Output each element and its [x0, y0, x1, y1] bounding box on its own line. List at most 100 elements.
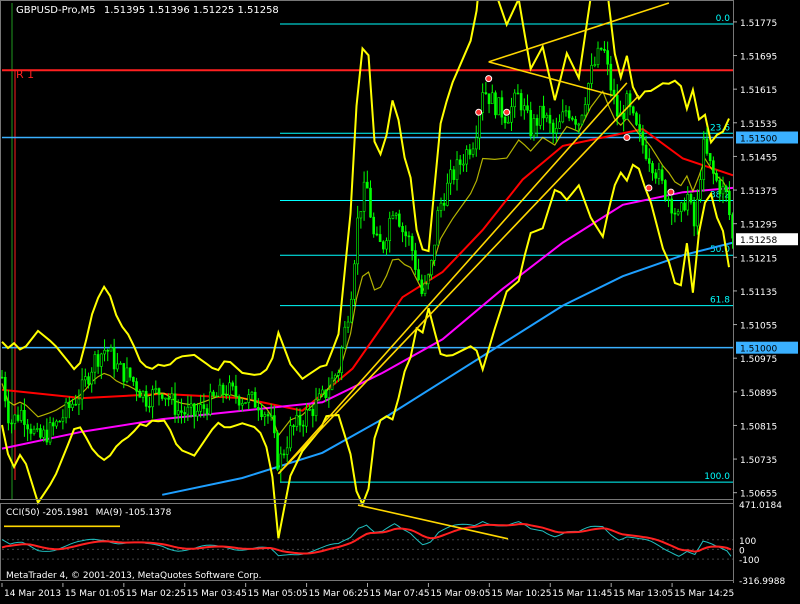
candle-body	[154, 388, 158, 391]
candle-body	[16, 414, 20, 421]
candle-body	[523, 105, 526, 111]
candle-body	[718, 180, 722, 195]
candle-body	[481, 92, 484, 113]
candle-body	[526, 105, 529, 111]
candle-body	[196, 410, 199, 417]
candle-body	[273, 415, 276, 434]
candle-body	[35, 428, 39, 430]
candle-body	[664, 180, 667, 200]
candle-body	[574, 119, 577, 125]
candle-body	[414, 250, 417, 270]
candle-body	[308, 408, 311, 411]
candle-body	[327, 389, 331, 398]
cci-tick-label: 0	[739, 546, 745, 556]
candle-body	[250, 391, 254, 396]
candle-body	[647, 158, 651, 164]
time-tick-label: 15 Mar 02:25	[126, 589, 186, 599]
chart-header: GBPUSD-Pro,M5 1.51395 1.51396 1.51225 1.…	[16, 5, 279, 16]
price-tick-label: 1.50815	[740, 422, 777, 432]
candle-body	[474, 137, 478, 150]
price-tick-label: 1.51295	[740, 221, 777, 231]
candle-body	[321, 389, 324, 395]
candle-body	[519, 93, 523, 111]
candle-body	[426, 274, 430, 285]
candle-body	[513, 92, 517, 108]
time-tick-label: 15 Mar 09:05	[430, 589, 490, 599]
candle-body	[705, 138, 709, 154]
candle-body	[125, 367, 129, 382]
bollinger-middle	[1, 90, 730, 437]
candle-body	[385, 240, 388, 250]
candle-body	[67, 401, 71, 408]
time-tick-label: 15 Mar 14:25	[674, 589, 734, 599]
time-tick-label: 15 Mar 11:45	[552, 589, 612, 599]
candle-body	[295, 415, 299, 427]
candle-body	[301, 424, 305, 427]
resistance-label: R 1	[16, 68, 34, 81]
candle-body	[189, 403, 193, 408]
trend-line[interactable]	[277, 94, 640, 475]
candle-body	[218, 384, 222, 397]
fractal-marker	[645, 184, 653, 192]
fibo-label: 61.8	[710, 296, 730, 306]
trend-line[interactable]	[488, 2, 670, 63]
trend-line[interactable]	[488, 61, 614, 97]
candle-body	[241, 403, 244, 406]
candle-body	[728, 190, 731, 216]
candle-body	[298, 415, 302, 426]
candle-body	[622, 112, 625, 120]
candle-body	[593, 64, 597, 66]
time-tick-label: 14 Mar 2013	[4, 589, 61, 599]
candle-body	[289, 425, 292, 449]
candle-body	[71, 403, 74, 408]
candle-body	[164, 397, 167, 400]
candle-body	[577, 123, 581, 126]
fibo-label: 100.0	[704, 472, 730, 482]
trend-line[interactable]	[277, 82, 628, 475]
price-tick-label: 1.51215	[740, 254, 777, 264]
candle-body	[237, 396, 241, 406]
candle-body	[375, 233, 379, 236]
candle-body	[692, 201, 696, 227]
candle-body	[506, 121, 510, 124]
candle-body	[32, 428, 36, 434]
candle-body	[64, 401, 68, 419]
candle-body	[202, 404, 206, 409]
candle-body	[631, 106, 635, 114]
time-tick-label: 15 Mar 07:45	[370, 589, 430, 599]
candle-body	[651, 163, 654, 174]
candle-body	[340, 347, 343, 374]
candle-body	[535, 118, 539, 126]
candle-body	[176, 410, 180, 415]
candle-body	[359, 211, 363, 219]
candle-body	[615, 94, 619, 117]
candle-body	[599, 47, 603, 50]
candle-body	[657, 169, 661, 179]
candle-body	[369, 187, 372, 218]
trend-lines[interactable]	[277, 2, 675, 475]
time-tick-label: 15 Mar 13:05	[613, 589, 673, 599]
copyright: MetaTrader 4, © 2001-2013, MetaQuotes So…	[6, 571, 262, 581]
price-tick-label: 1.50975	[740, 355, 777, 365]
candle-body	[561, 111, 565, 123]
candle-body	[490, 92, 494, 105]
candle-body	[148, 406, 151, 408]
cci-signal-value: MA(9) -105.1378	[96, 508, 172, 518]
candle-body	[260, 409, 263, 418]
price-tick-label: 1.51775	[740, 19, 777, 29]
candle-body	[353, 263, 356, 300]
candle-body	[497, 97, 500, 116]
chart-canvas[interactable]: 0.023.638.250.061.8100.0 1.517751.516951…	[0, 0, 800, 600]
candle-body	[407, 235, 411, 238]
candle-body	[468, 149, 472, 155]
candle-body	[660, 169, 664, 181]
candle-body	[452, 169, 456, 180]
candle-body	[580, 114, 584, 125]
time-tick-label: 15 Mar 10:25	[491, 589, 551, 599]
fibo-label: 0.0	[716, 14, 731, 24]
time-tick-label: 15 Mar 06:25	[309, 589, 369, 599]
candle-body	[388, 218, 392, 241]
candle-body	[215, 395, 218, 398]
chart-window[interactable]: 0.023.638.250.061.8100.0 1.517751.516951…	[0, 0, 800, 600]
candle-body	[571, 117, 574, 120]
